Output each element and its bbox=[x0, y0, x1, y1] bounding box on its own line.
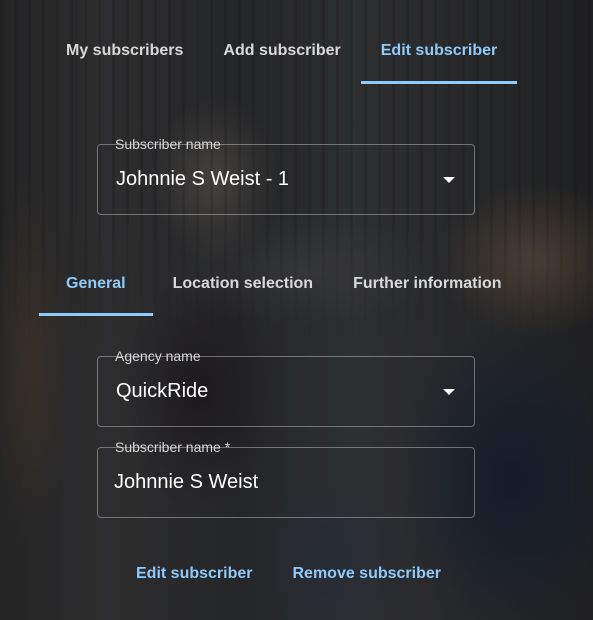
tab-label: Add subscriber bbox=[223, 42, 341, 59]
tab-general[interactable]: General bbox=[39, 252, 153, 316]
tab-my-subscribers[interactable]: My subscribers bbox=[46, 18, 203, 84]
dropdown-arrow-icon[interactable] bbox=[443, 176, 455, 183]
tab-label: Further information bbox=[353, 275, 502, 292]
tab-further-information[interactable]: Further information bbox=[333, 252, 521, 316]
subscriber-name-input[interactable]: Johnnie S Weist bbox=[114, 448, 258, 517]
active-tab-indicator bbox=[360, 81, 518, 84]
subscriber-name-field[interactable]: Subscriber name * Johnnie S Weist bbox=[97, 439, 475, 518]
dropdown-arrow-icon[interactable] bbox=[443, 388, 455, 395]
tab-label: Location selection bbox=[172, 275, 314, 292]
detail-tabs: General Location selection Further infor… bbox=[39, 252, 522, 316]
subscriber-name-select[interactable]: Subscriber name Johnnie S Weist - 1 bbox=[97, 136, 475, 215]
active-tab-indicator bbox=[39, 313, 153, 316]
tab-label: General bbox=[66, 275, 126, 292]
tab-add-subscriber[interactable]: Add subscriber bbox=[203, 18, 360, 84]
agency-select-value: QuickRide bbox=[116, 380, 209, 402]
remove-subscriber-button[interactable]: Remove subscriber bbox=[292, 565, 441, 583]
edit-subscriber-button[interactable]: Edit subscriber bbox=[136, 565, 252, 583]
tab-label: My subscribers bbox=[66, 42, 184, 59]
tab-location-selection[interactable]: Location selection bbox=[153, 252, 333, 316]
subscriber-select-value: Johnnie S Weist - 1 bbox=[116, 168, 290, 190]
form-actions: Edit subscriber Remove subscriber bbox=[0, 565, 593, 583]
tab-edit-subscriber[interactable]: Edit subscriber bbox=[360, 18, 518, 84]
agency-name-select[interactable]: Agency name QuickRide bbox=[97, 348, 475, 427]
tab-label: Edit subscriber bbox=[380, 42, 498, 59]
main-tabs: My subscribers Add subscriber Edit subsc… bbox=[46, 18, 518, 84]
